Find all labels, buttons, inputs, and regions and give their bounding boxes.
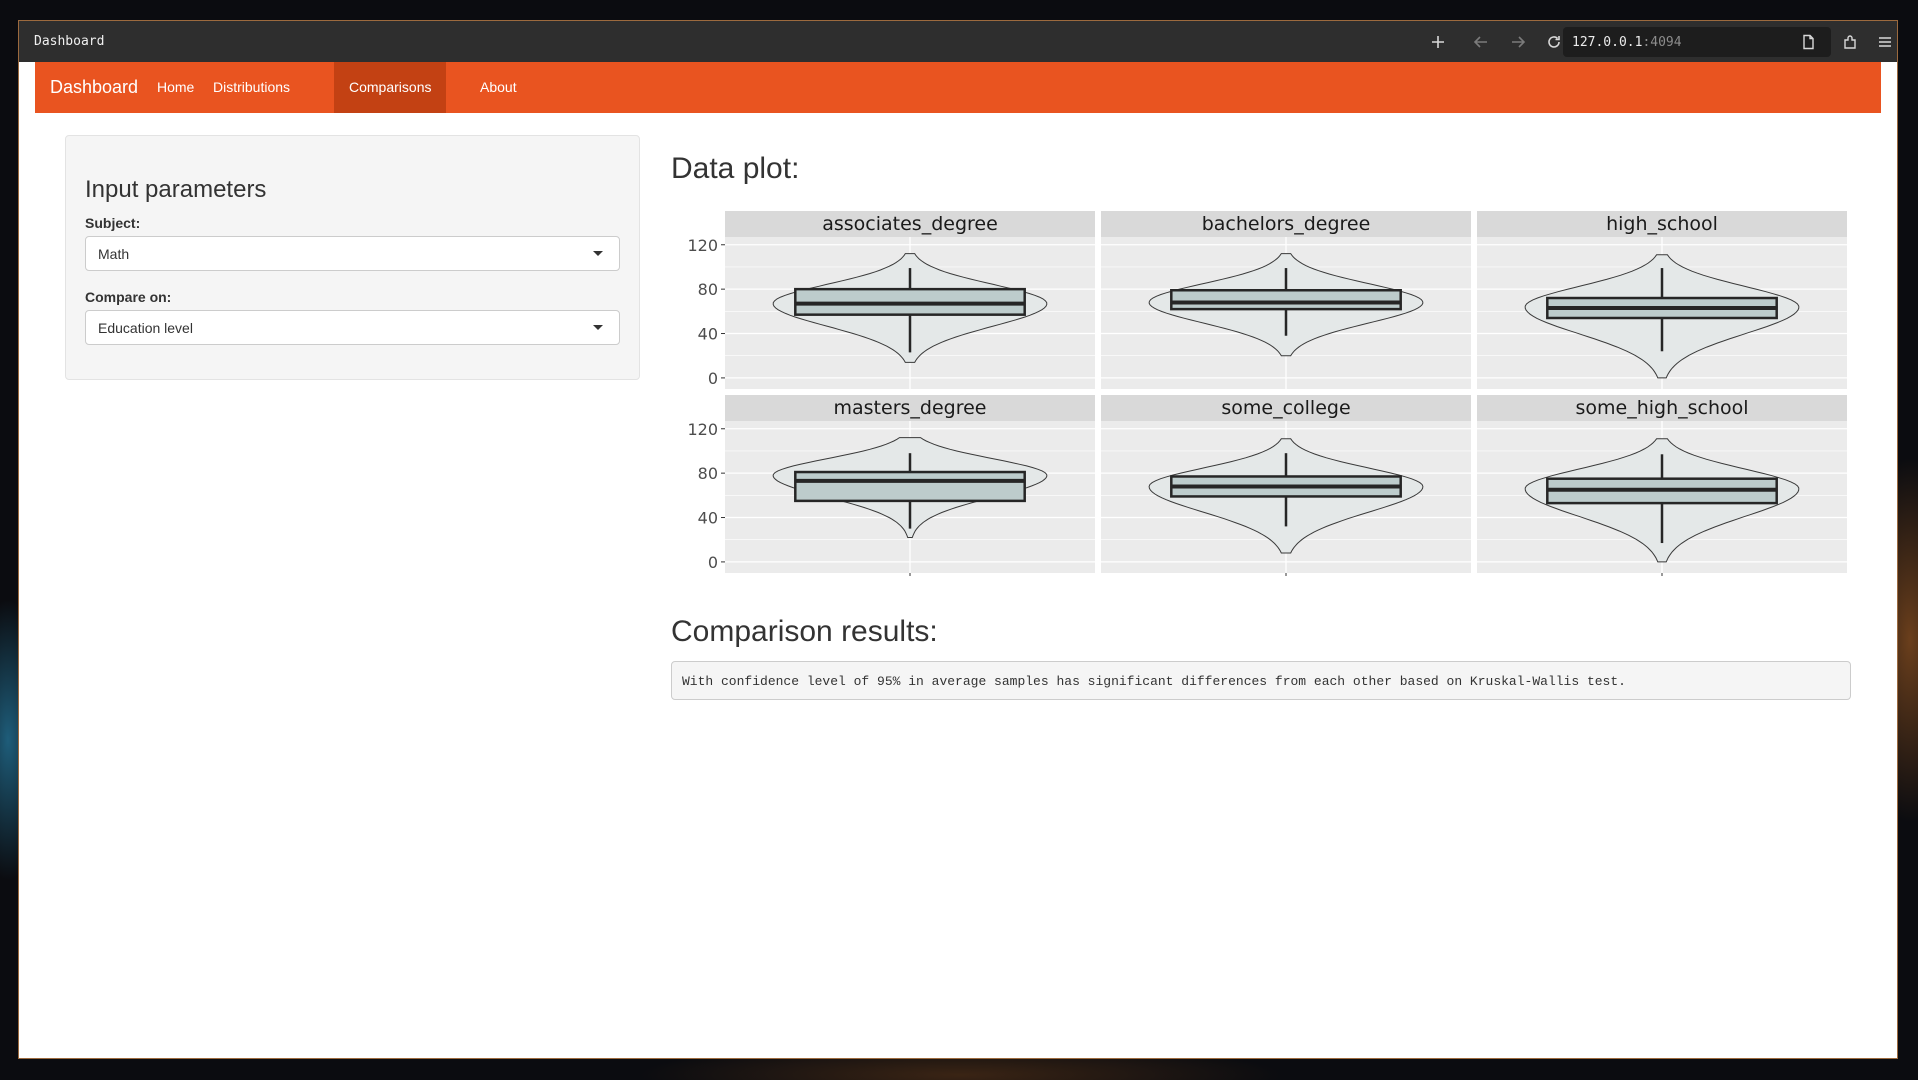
tab-title[interactable]: Dashboard [34,34,104,49]
y-tick-label: 40 [698,509,718,528]
input-parameters-panel: Input parameters Subject: Math Compare o… [65,135,640,380]
back-icon[interactable] [1468,29,1494,55]
facet-panel-high_school: high_school [1477,211,1847,389]
facet-label: masters_degree [834,397,987,419]
compare-label: Compare on: [85,289,172,305]
chevron-down-icon [593,325,603,330]
violin-box-plot: associates_degree 0 40 80 120 bachelors_degre… [687,211,1847,576]
facet-panel-associates_degree: associates_degree 0 40 80 120 [687,211,1095,389]
forward-icon[interactable] [1505,29,1531,55]
y-tick-label: 40 [698,325,718,344]
facet-label: associates_degree [822,213,998,235]
reader-icon[interactable] [1795,29,1821,55]
nav-item-distributions[interactable]: Distributions [198,62,305,113]
y-tick-label: 80 [698,280,718,299]
facet-label: bachelors_degree [1202,213,1371,235]
comparison-results-heading: Comparison results: [671,615,938,648]
box [794,470,1026,503]
nav-item-comparisons[interactable]: Comparisons [334,62,447,113]
subject-select[interactable]: Math [85,236,620,271]
facet-panel-some_high_school: some_high_school [1477,395,1847,576]
y-tick-label: 120 [687,236,718,255]
panel-heading: Input parameters [85,176,267,203]
box [1170,289,1402,311]
facet-label: high_school [1606,213,1718,235]
data-plot-heading: Data plot: [671,152,800,185]
browser-window: Dashboard 127.0.0.1:4094 Dashboard Home [19,21,1897,1058]
plus-icon[interactable] [1425,29,1451,55]
y-tick-label: 80 [698,464,718,483]
facet-panel-some_college: some_college [1101,395,1471,576]
facet-label: some_college [1221,397,1350,419]
browser-titlebar: Dashboard 127.0.0.1:4094 [19,21,1897,62]
chevron-down-icon [593,251,603,256]
url-text: 127.0.0.1:4094 [1572,35,1682,50]
compare-select-value: Education level [98,320,193,336]
nav-item-about[interactable]: About [465,62,532,113]
comparison-results-box: With confidence level of 95% in average … [671,661,1851,700]
y-tick-label: 0 [708,553,718,572]
facet-panel-masters_degree: masters_degree 0 40 80 120 [687,395,1095,576]
app-navbar: Dashboard Home Distributions Comparisons… [35,62,1881,113]
menu-icon[interactable] [1872,29,1898,55]
compare-select[interactable]: Education level [85,310,620,345]
comparison-results-text: With confidence level of 95% in average … [682,674,1626,689]
subject-label: Subject: [85,215,141,231]
y-tick-label: 120 [687,420,718,439]
address-bar[interactable]: 127.0.0.1:4094 [1563,27,1831,57]
facet-panel-bachelors_degree: bachelors_degree [1101,211,1471,389]
facet-label: some_high_school [1575,397,1748,419]
navbar-brand[interactable]: Dashboard [50,77,138,98]
extensions-icon[interactable] [1837,29,1863,55]
y-tick-label: 0 [708,369,718,388]
subject-select-value: Math [98,246,130,262]
